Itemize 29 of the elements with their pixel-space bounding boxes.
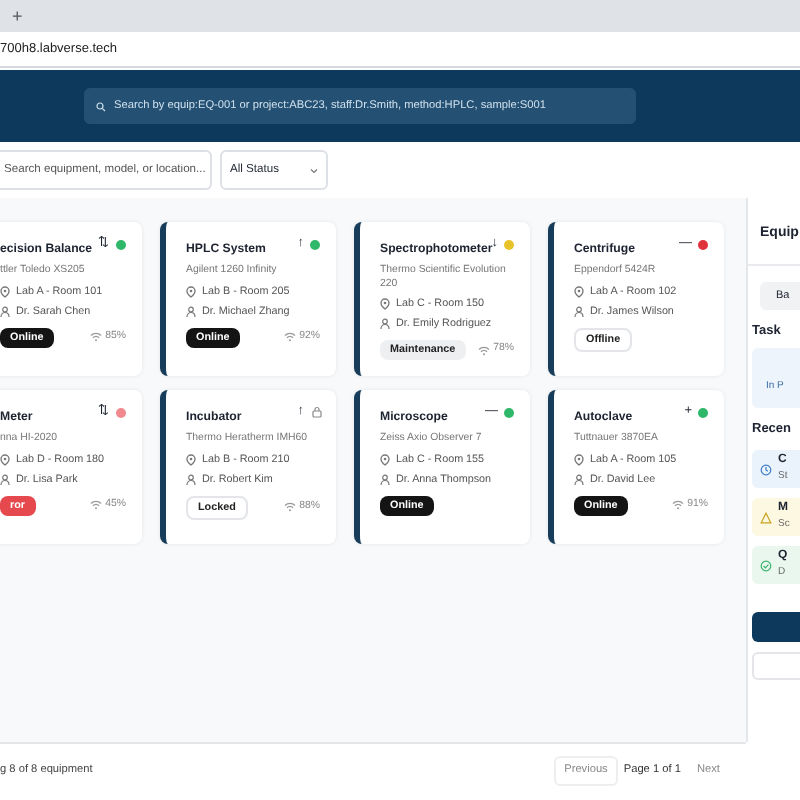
- wifi-icon: [283, 332, 296, 343]
- primary-button[interactable]: [752, 612, 800, 642]
- new-tab-button[interactable]: +: [12, 6, 23, 26]
- secondary-button[interactable]: [752, 652, 800, 680]
- wifi-icon: [89, 332, 102, 343]
- wifi-icon: [477, 345, 490, 356]
- person-icon: [380, 318, 390, 331]
- person-icon: [186, 473, 196, 486]
- person-icon: [186, 305, 196, 318]
- location-pin-icon: [0, 285, 10, 298]
- person-icon: [0, 305, 10, 318]
- person-icon: [380, 473, 390, 486]
- location-pin-icon: [0, 453, 10, 466]
- person-icon: [574, 473, 584, 486]
- wifi-icon: [671, 500, 684, 511]
- location-pin-icon: [574, 453, 584, 466]
- wifi-icon: [283, 502, 296, 513]
- person-icon: [574, 305, 584, 318]
- location-pin-icon: [380, 453, 390, 466]
- person-icon: [0, 473, 10, 486]
- location-pin-icon: [380, 298, 390, 311]
- wifi-icon: [89, 500, 102, 511]
- warning-icon: [760, 511, 772, 523]
- clock-icon: [760, 463, 772, 475]
- location-pin-icon: [574, 285, 584, 298]
- location-pin-icon: [186, 453, 196, 466]
- check-circle-icon: [760, 559, 772, 571]
- chevron-down-icon: [310, 167, 318, 173]
- location-pin-icon: [186, 285, 196, 298]
